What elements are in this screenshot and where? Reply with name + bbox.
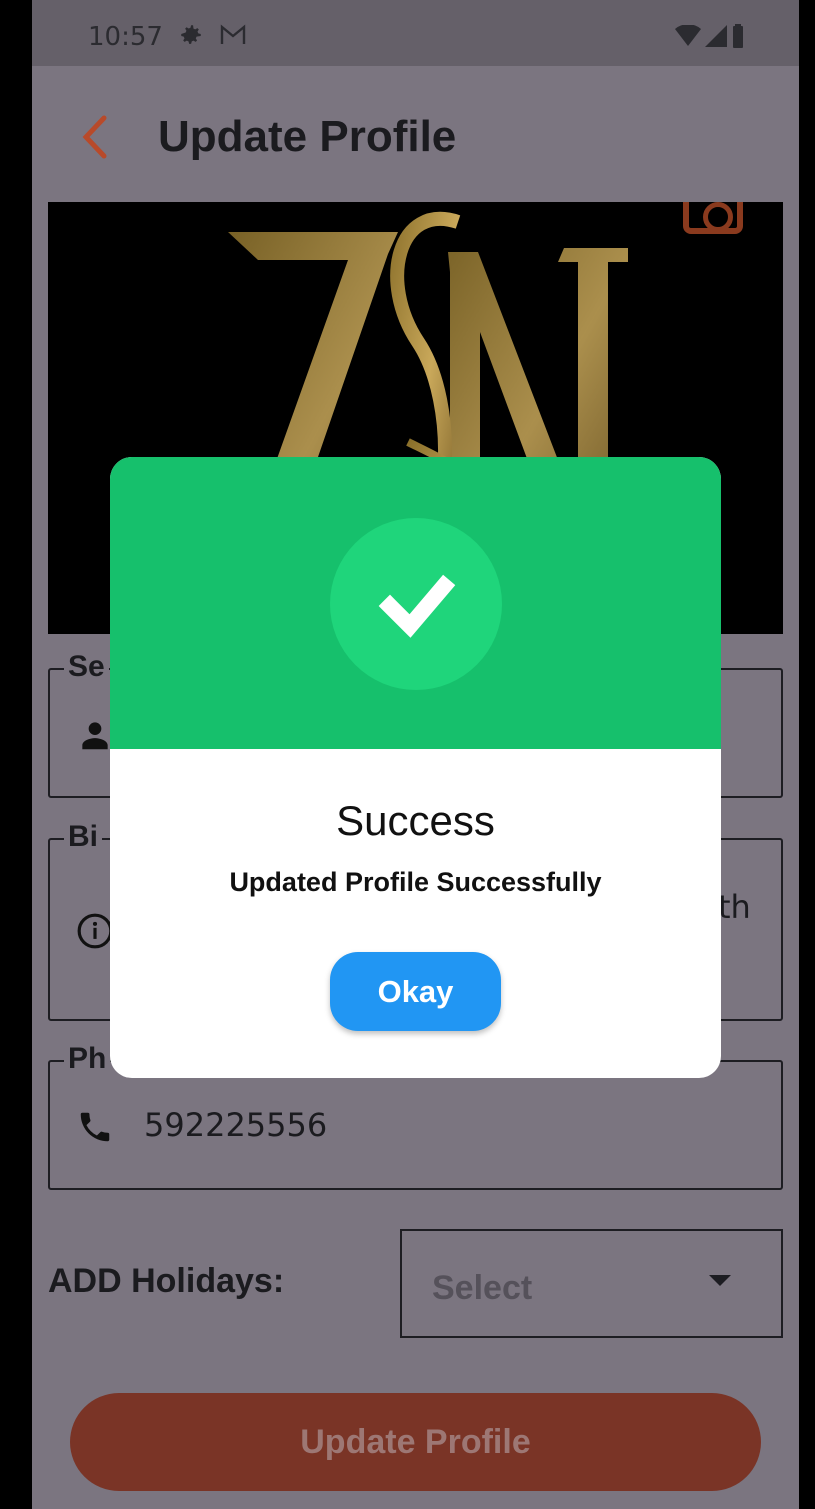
gear-icon (181, 25, 201, 44)
name-field-label: Se (64, 650, 109, 684)
success-badge (330, 518, 502, 690)
success-dialog: Success Updated Profile Successfully Oka… (110, 457, 721, 1078)
update-profile-button-label: Update Profile (300, 1423, 531, 1461)
dialog-header (110, 457, 721, 749)
chevron-left-icon[interactable] (76, 112, 116, 162)
caret-down-icon (709, 1275, 731, 1286)
bio-field-value: th (718, 888, 751, 926)
phone-field[interactable]: Ph 592225556 (48, 1042, 783, 1190)
checkmark-icon (378, 574, 456, 638)
status-icons (675, 24, 745, 48)
dialog-message: Updated Profile Successfully (229, 867, 602, 897)
app-bar: Update Profile (32, 66, 799, 206)
status-time: 10:57 (88, 22, 163, 52)
person-icon (82, 722, 108, 750)
camera-icon[interactable] (683, 202, 743, 234)
holidays-select-value: Select (432, 1269, 533, 1307)
phone-icon (80, 1112, 110, 1142)
signal-icon (705, 25, 727, 47)
phone-field-value: 592225556 (144, 1106, 328, 1144)
okay-button[interactable]: Okay (330, 952, 501, 1031)
status-bar: 10:57 (32, 0, 799, 66)
info-icon (77, 913, 113, 949)
page-title: Update Profile (158, 112, 457, 161)
holidays-label: ADD Holidays: (48, 1262, 285, 1300)
wifi-icon (675, 25, 701, 46)
dialog-title: Success (336, 797, 495, 844)
okay-button-label: Okay (377, 974, 454, 1009)
battery-icon (733, 24, 743, 48)
update-profile-button[interactable]: Update Profile (70, 1393, 761, 1491)
bio-field-label: Bi (64, 820, 102, 854)
gmail-icon (220, 24, 246, 44)
holidays-select[interactable]: Select (400, 1229, 783, 1338)
phone-field-label: Ph (64, 1042, 111, 1076)
